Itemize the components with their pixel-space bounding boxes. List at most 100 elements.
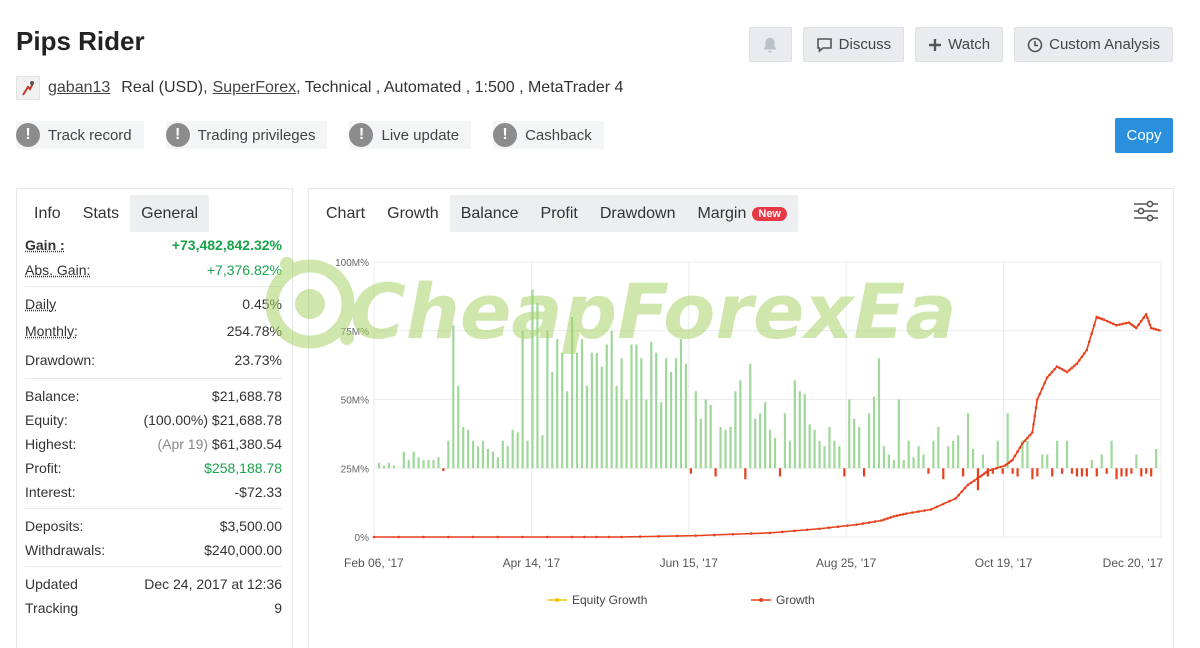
copy-button[interactable]: Copy	[1115, 118, 1173, 153]
daily-bar	[937, 427, 940, 469]
daily-bar	[798, 391, 801, 469]
account-info: gaban13 Real (USD), SuperForex , Technic…	[16, 76, 623, 100]
growth-point	[883, 518, 886, 521]
growth-point	[793, 529, 797, 533]
legend-marker-equity	[555, 598, 559, 602]
growth-point	[712, 533, 716, 537]
broker-link[interactable]: SuperForex	[213, 79, 297, 97]
daily-bar	[1100, 454, 1103, 469]
daily-bar	[1075, 468, 1079, 477]
chart-settings-button[interactable]	[1133, 199, 1159, 228]
daily-bar	[1155, 449, 1158, 469]
tab-margin[interactable]: Margin New	[686, 195, 798, 232]
tab-profit[interactable]: Profit	[529, 195, 589, 232]
growth-point	[904, 512, 908, 515]
growth-point	[545, 535, 549, 539]
growth-point	[827, 526, 831, 530]
daily-bar	[764, 402, 767, 469]
stat-label: Highest:	[25, 436, 77, 452]
growth-point	[969, 481, 973, 484]
badge-label: Track record	[48, 126, 132, 144]
tab-info[interactable]: Info	[23, 195, 72, 232]
daily-bar	[516, 432, 519, 469]
stat-profit: Profit: $258,188.78	[25, 456, 282, 480]
daily-bar	[793, 380, 796, 469]
user-link[interactable]: gaban13	[48, 79, 110, 97]
stat-label: Drawdown:	[25, 352, 96, 368]
daily-bar	[595, 352, 598, 469]
daily-bar	[1056, 440, 1059, 469]
growth-point	[1144, 312, 1148, 316]
account-type: Real (USD),	[121, 79, 208, 96]
growth-point	[1085, 348, 1089, 352]
daily-bar	[863, 468, 866, 477]
daily-bar	[942, 468, 945, 480]
growth-point	[1070, 366, 1074, 370]
daily-bar	[660, 402, 663, 469]
daily-bar	[615, 385, 618, 469]
daily-bar	[1070, 468, 1074, 474]
daily-bar	[957, 435, 960, 469]
avatar[interactable]	[16, 76, 40, 100]
notify-button[interactable]	[748, 27, 792, 62]
daily-bar	[501, 440, 504, 469]
custom-analysis-label: Custom Analysis	[1049, 36, 1160, 53]
growth-point	[1087, 340, 1091, 344]
growth-point	[966, 483, 970, 487]
discuss-button[interactable]: Discuss	[802, 27, 905, 62]
daily-bar	[457, 385, 460, 469]
tab-stats[interactable]: Stats	[72, 195, 130, 232]
exclamation-icon: !	[493, 123, 518, 147]
growth-point	[1137, 323, 1141, 326]
growth-point	[694, 534, 698, 537]
badge-cashback[interactable]: ! Cashback	[493, 121, 604, 149]
growth-point	[1060, 367, 1064, 371]
growth-point	[1055, 365, 1059, 368]
daily-bar	[971, 449, 975, 469]
custom-analysis-button[interactable]: Custom Analysis	[1014, 27, 1173, 62]
daily-bar	[912, 457, 915, 469]
daily-bar	[734, 391, 737, 469]
daily-bar	[674, 358, 678, 469]
growth-point	[397, 535, 401, 539]
y-tick-label: 50M%	[341, 396, 369, 407]
daily-bar	[729, 427, 732, 469]
daily-bar	[858, 427, 861, 469]
growth-point	[999, 465, 1003, 469]
growth-point	[1118, 323, 1121, 326]
daily-bar	[620, 358, 623, 469]
tab-balance[interactable]: Balance	[449, 195, 530, 232]
daily-bar	[665, 358, 668, 469]
daily-bar	[1145, 468, 1148, 474]
growth-point	[1031, 431, 1034, 434]
daily-bar	[719, 427, 722, 469]
stat-label: Withdrawals:	[25, 542, 106, 558]
exclamation-icon: !	[16, 123, 40, 147]
daily-bar	[1110, 440, 1113, 469]
badge-track-record[interactable]: ! Track record	[16, 121, 144, 149]
stats-list: Gain : +73,482,842.32% Abs. Gain: +7,376.8…	[17, 232, 292, 620]
growth-point	[995, 466, 998, 470]
daily-bar	[536, 303, 539, 469]
daily-bar	[546, 330, 549, 469]
tab-drawdown[interactable]: Drawdown	[588, 195, 687, 232]
badge-trading-privileges[interactable]: ! Trading privileges	[165, 121, 328, 149]
daily-bar	[699, 418, 702, 469]
growth-point	[1038, 392, 1042, 396]
stat-value: (100.00%) $21,688.78	[143, 412, 282, 428]
tab-growth[interactable]: Growth	[376, 195, 450, 232]
growth-point	[1154, 328, 1158, 331]
exclamation-icon: !	[349, 123, 374, 147]
tab-general[interactable]: General	[130, 195, 210, 232]
growth-point	[1124, 321, 1128, 325]
daily-bar	[422, 460, 425, 469]
daily-bar	[1016, 468, 1019, 477]
stat-withdrawals: Withdrawals: $240,000.00	[25, 538, 282, 562]
watch-button[interactable]: Watch	[915, 27, 1004, 62]
stat-interest: Interest: -$72.33	[25, 480, 282, 504]
daily-bar	[679, 339, 683, 469]
daily-bar	[1065, 440, 1069, 469]
chart-tabs-label: Chart	[326, 204, 366, 222]
badge-live-update[interactable]: ! Live update	[349, 121, 472, 149]
growth-point	[1026, 436, 1029, 440]
